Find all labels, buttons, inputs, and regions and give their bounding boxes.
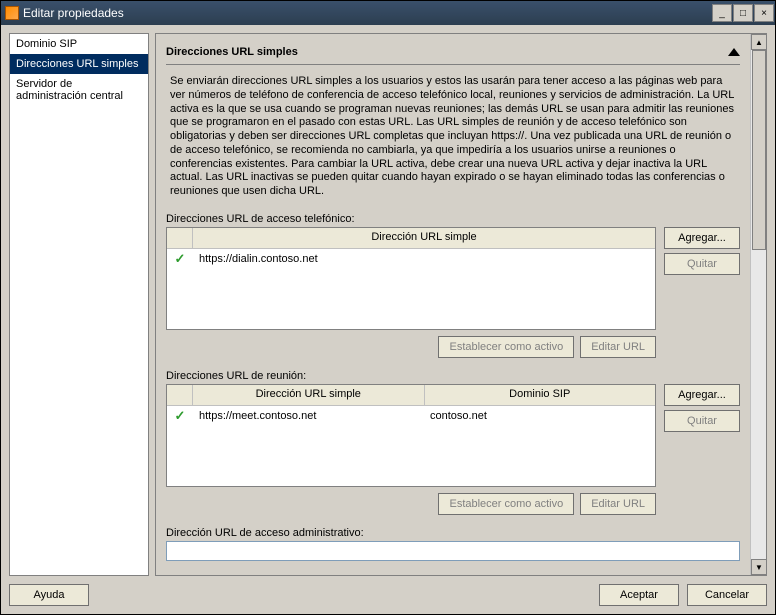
- meet-grid[interactable]: Dirección URL simple Dominio SIP ✓ https…: [166, 384, 656, 487]
- meet-header-active: [167, 385, 193, 405]
- meet-header-domain: Dominio SIP: [425, 385, 656, 405]
- dialin-set-active-button[interactable]: Establecer como activo: [438, 336, 574, 358]
- meet-grid-body: ✓ https://meet.contoso.net contoso.net: [167, 406, 655, 486]
- meet-domain-cell: contoso.net: [424, 408, 655, 424]
- minimize-button[interactable]: _: [712, 4, 732, 22]
- meet-url-cell: https://meet.contoso.net: [193, 408, 424, 424]
- sidebar-item-sip-domain[interactable]: Dominio SIP: [10, 34, 148, 54]
- dialin-grid-body: ✓ https://dialin.contoso.net: [167, 249, 655, 329]
- admin-url-input[interactable]: [166, 541, 740, 561]
- section-title: Direcciones URL simples: [166, 46, 728, 58]
- help-button[interactable]: Ayuda: [9, 584, 89, 606]
- meet-remove-button[interactable]: Quitar: [664, 410, 740, 432]
- footer: Ayuda Aceptar Cancelar: [1, 576, 775, 614]
- section-description: Se enviarán direcciones URL simples a lo…: [166, 73, 740, 207]
- meet-edit-button[interactable]: Editar URL: [580, 493, 656, 515]
- checkmark-icon: ✓: [175, 251, 186, 267]
- section-header[interactable]: Direcciones URL simples: [166, 42, 740, 65]
- dialin-remove-button[interactable]: Quitar: [664, 253, 740, 275]
- app-icon: [5, 6, 19, 20]
- admin-label: Dirección URL de acceso administrativo:: [166, 527, 740, 539]
- sidebar: Dominio SIP Direcciones URL simples Serv…: [9, 33, 149, 576]
- dialin-url-cell: https://dialin.contoso.net: [193, 251, 655, 267]
- dialin-side-buttons: Agregar... Quitar: [664, 227, 740, 275]
- meet-side-buttons: Agregar... Quitar: [664, 384, 740, 432]
- checkmark-icon: ✓: [175, 408, 186, 424]
- ok-button[interactable]: Aceptar: [599, 584, 679, 606]
- window-controls: _ □ ×: [712, 4, 775, 22]
- window: Editar propiedades _ □ × Dominio SIP Dir…: [0, 0, 776, 615]
- active-check: ✓: [167, 408, 193, 424]
- dialin-header-url: Dirección URL simple: [193, 228, 655, 248]
- meet-grid-header: Dirección URL simple Dominio SIP: [167, 385, 655, 406]
- sidebar-item-simple-urls[interactable]: Direcciones URL simples: [10, 54, 148, 74]
- meet-add-button[interactable]: Agregar...: [664, 384, 740, 406]
- collapse-up-icon: [728, 48, 740, 56]
- dialin-bottom-buttons: Establecer como activo Editar URL: [166, 336, 740, 358]
- close-button[interactable]: ×: [754, 4, 774, 22]
- meet-set-active-button[interactable]: Establecer como activo: [438, 493, 574, 515]
- scroll-thumb[interactable]: [752, 50, 766, 250]
- meet-label: Direcciones URL de reunión:: [166, 370, 740, 382]
- vertical-scrollbar[interactable]: ▲ ▼: [750, 34, 766, 575]
- main-content: Direcciones URL simples Se enviarán dire…: [156, 34, 750, 575]
- scroll-down-icon[interactable]: ▼: [751, 559, 767, 575]
- table-row[interactable]: ✓ https://dialin.contoso.net: [167, 249, 655, 269]
- active-check: ✓: [167, 251, 193, 267]
- footer-spacer: [97, 584, 591, 606]
- meet-row: Dirección URL simple Dominio SIP ✓ https…: [166, 384, 740, 487]
- titlebar: Editar propiedades _ □ ×: [1, 1, 775, 25]
- dialin-add-button[interactable]: Agregar...: [664, 227, 740, 249]
- meet-header-url: Dirección URL simple: [193, 385, 425, 405]
- dialin-header-active: [167, 228, 193, 248]
- dialin-label: Direcciones URL de acceso telefónico:: [166, 213, 740, 225]
- main-panel: Direcciones URL simples Se enviarán dire…: [155, 33, 767, 576]
- window-title: Editar propiedades: [23, 6, 712, 20]
- maximize-button[interactable]: □: [733, 4, 753, 22]
- dialin-row: Dirección URL simple ✓ https://dialin.co…: [166, 227, 740, 330]
- dialin-grid[interactable]: Dirección URL simple ✓ https://dialin.co…: [166, 227, 656, 330]
- scroll-up-icon[interactable]: ▲: [751, 34, 767, 50]
- meet-bottom-buttons: Establecer como activo Editar URL: [166, 493, 740, 515]
- sidebar-item-central-admin[interactable]: Servidor de administración central: [10, 74, 148, 106]
- body: Dominio SIP Direcciones URL simples Serv…: [1, 25, 775, 576]
- dialin-edit-button[interactable]: Editar URL: [580, 336, 656, 358]
- dialin-grid-header: Dirección URL simple: [167, 228, 655, 249]
- table-row[interactable]: ✓ https://meet.contoso.net contoso.net: [167, 406, 655, 426]
- cancel-button[interactable]: Cancelar: [687, 584, 767, 606]
